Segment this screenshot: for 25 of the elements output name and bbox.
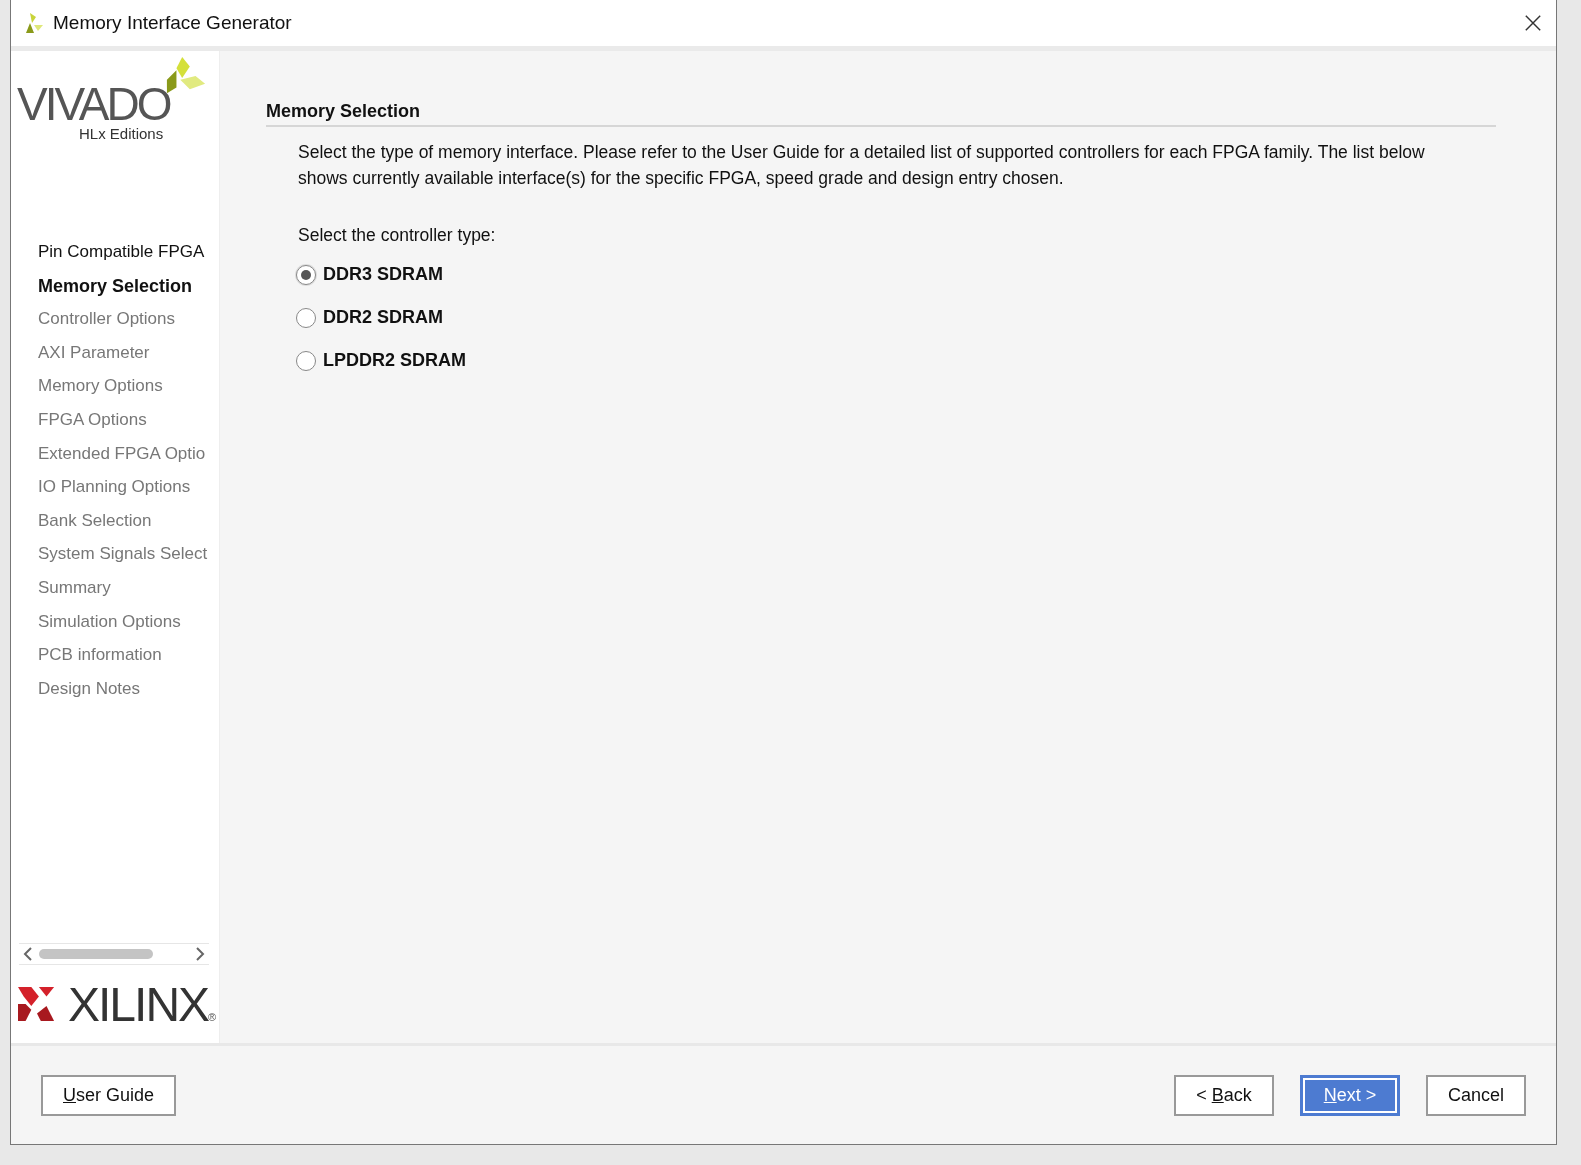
- wizard-button[interactable]: Cancel: [1425, 1074, 1526, 1116]
- step-item[interactable]: Memory Selection: [38, 274, 219, 298]
- radio-label[interactable]: LPDDR2 SDRAM: [323, 350, 466, 371]
- user-guide-button[interactable]: User Guide: [41, 1074, 177, 1116]
- prompt-label: Select the controller type:: [298, 225, 497, 246]
- description-text: Select the type of memory interface. Please refer to the User Guide for a detailed list of supported controllers for each FPGA family. The list below shows currently available interface(s) for the specific FPGA, speed grade and design entry chosen.: [298, 141, 1426, 190]
- step-item[interactable]: Pin Compatible FPGA: [38, 241, 219, 264]
- horizontal-scrollbar[interactable]: [19, 943, 209, 965]
- vendor-logo: XILINX: [68, 976, 209, 1032]
- radio-button[interactable]: [296, 350, 316, 371]
- close-icon[interactable]: [1524, 14, 1542, 32]
- vendor-mark-icon: [18, 984, 56, 1024]
- radio-button[interactable]: [296, 307, 316, 328]
- registered-mark: ®: [208, 1011, 217, 1023]
- wizard-button[interactable]: < Back: [1173, 1074, 1274, 1116]
- section-heading: Memory Selection: [266, 101, 1496, 127]
- radio-label[interactable]: DDR2 SDRAM: [323, 307, 443, 328]
- radio-button[interactable]: [296, 264, 316, 285]
- scrollbar-thumb[interactable]: [39, 949, 153, 959]
- wizard-button[interactable]: Next >: [1299, 1074, 1400, 1116]
- window-title: Memory Interface Generator: [53, 12, 293, 34]
- radio-label[interactable]: DDR3 SDRAM: [323, 264, 443, 285]
- scroll-left-icon[interactable]: [23, 947, 33, 961]
- scroll-right-icon[interactable]: [195, 947, 205, 961]
- edition-label: HLx Editions: [79, 125, 165, 142]
